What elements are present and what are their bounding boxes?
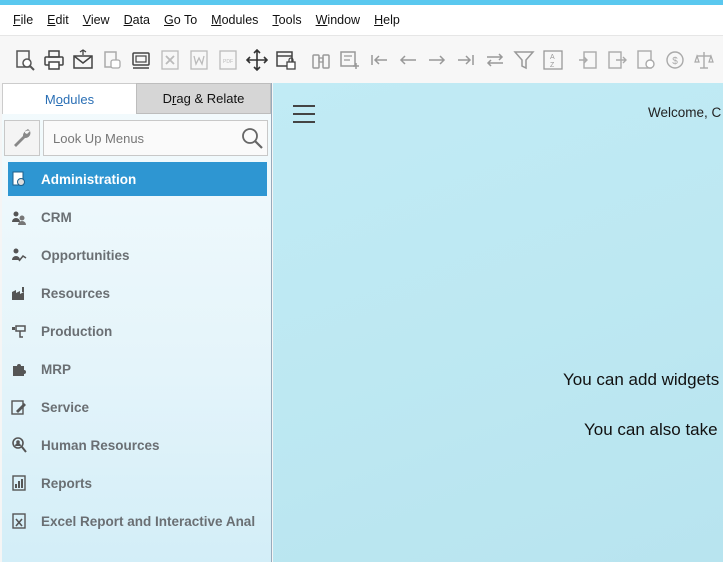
form-lock-icon[interactable]	[273, 47, 299, 73]
module-label: Resources	[41, 285, 111, 301]
base-document-icon[interactable]	[575, 47, 601, 73]
document-settings-icon[interactable]	[633, 47, 659, 73]
welcome-text: Welcome, C	[648, 105, 722, 120]
module-label: Human Resources	[41, 437, 160, 453]
administration-icon	[10, 170, 28, 188]
target-document-icon[interactable]	[604, 47, 630, 73]
menu-tools[interactable]: Tools	[272, 13, 301, 27]
move-icon[interactable]	[244, 47, 270, 73]
next-record-icon[interactable]	[424, 47, 450, 73]
crm-icon	[10, 208, 28, 226]
search-box	[43, 119, 268, 157]
module-item-crm[interactable]: CRM	[8, 200, 267, 234]
binoculars-icon[interactable]	[308, 47, 334, 73]
filter-icon[interactable]	[511, 47, 537, 73]
hamburger-menu-icon[interactable]	[293, 105, 315, 123]
menu-goto[interactable]: Go To	[164, 13, 197, 27]
toolbar: PDF AZ $	[0, 35, 723, 83]
module-item-resources[interactable]: Resources	[8, 276, 267, 310]
module-label: Opportunities	[41, 247, 130, 263]
reports-icon	[10, 474, 28, 492]
previous-record-icon[interactable]	[395, 47, 421, 73]
email-icon[interactable]	[70, 47, 96, 73]
menu-file[interactable]: File	[13, 13, 33, 27]
module-label: Administration	[41, 171, 137, 187]
module-label: Production	[41, 323, 113, 339]
production-icon	[10, 322, 28, 340]
menu-modules[interactable]: Modules	[211, 13, 258, 27]
svg-text:Z: Z	[550, 62, 555, 69]
wrench-icon[interactable]	[4, 119, 40, 156]
info-message-widgets: You can add widgets	[563, 370, 720, 389]
menu-help[interactable]: Help	[374, 13, 400, 27]
module-item-administration[interactable]: Administration	[8, 162, 267, 196]
module-list: Administration CRM Opportunities Resourc…	[2, 162, 271, 538]
opportunities-icon	[10, 246, 28, 264]
menu-view[interactable]: View	[83, 13, 110, 27]
module-item-mrp[interactable]: MRP	[8, 352, 267, 386]
human-resources-icon	[10, 436, 28, 454]
add-note-icon[interactable]	[337, 47, 363, 73]
svg-text:A: A	[550, 54, 555, 61]
module-label: Service	[41, 399, 90, 415]
menu-edit[interactable]: Edit	[47, 13, 69, 27]
first-record-icon[interactable]	[366, 47, 392, 73]
module-item-production[interactable]: Production	[8, 314, 267, 348]
search-input[interactable]	[44, 120, 235, 157]
print-icon[interactable]	[41, 47, 67, 73]
pdf-icon[interactable]: PDF	[215, 47, 241, 73]
sidebar-panel: Modules Drag & Relate Administration CRM…	[2, 83, 272, 562]
menu-search-row	[2, 114, 271, 157]
menu-window[interactable]: Window	[316, 13, 360, 27]
message-icon[interactable]	[128, 47, 154, 73]
module-label: CRM	[41, 209, 72, 225]
module-item-service[interactable]: Service	[8, 390, 267, 424]
mrp-icon	[10, 360, 28, 378]
excel-icon[interactable]	[157, 47, 183, 73]
refresh-icon[interactable]	[482, 47, 508, 73]
transfer-icon[interactable]	[99, 47, 125, 73]
svg-text:$: $	[672, 56, 678, 67]
balance-icon[interactable]	[691, 47, 717, 73]
module-item-reports[interactable]: Reports	[8, 466, 267, 500]
module-label: Reports	[41, 475, 93, 491]
menu-bar: File Edit View Data Go To Modules Tools …	[0, 5, 723, 35]
module-label: Excel Report and Interactive Anal	[41, 513, 256, 529]
module-label: MRP	[41, 361, 71, 377]
tab-modules[interactable]: Mo dules	[2, 83, 136, 114]
sidebar-tabs: Mo dules Dr ag & Relate	[2, 83, 271, 114]
service-icon	[10, 398, 28, 416]
search-icon[interactable]	[241, 127, 263, 149]
module-item-excel-report[interactable]: Excel Report and Interactive Anal	[8, 504, 267, 538]
excel-report-icon	[10, 512, 28, 530]
svg-text:PDF: PDF	[223, 59, 233, 65]
info-message-take: You can also take	[584, 420, 718, 439]
tab-drag-relate[interactable]: Dr ag & Relate	[136, 83, 271, 114]
resources-icon	[10, 284, 28, 302]
menu-data[interactable]: Data	[124, 13, 150, 27]
print-preview-icon[interactable]	[12, 47, 38, 73]
module-item-opportunities[interactable]: Opportunities	[8, 238, 267, 272]
sort-icon[interactable]: AZ	[540, 47, 566, 73]
module-item-human-resources[interactable]: Human Resources	[8, 428, 267, 462]
last-record-icon[interactable]	[453, 47, 479, 73]
payment-icon[interactable]: $	[662, 47, 688, 73]
word-icon[interactable]	[186, 47, 212, 73]
main-cockpit-area: Welcome, C You can add widgets You can a…	[273, 83, 723, 562]
